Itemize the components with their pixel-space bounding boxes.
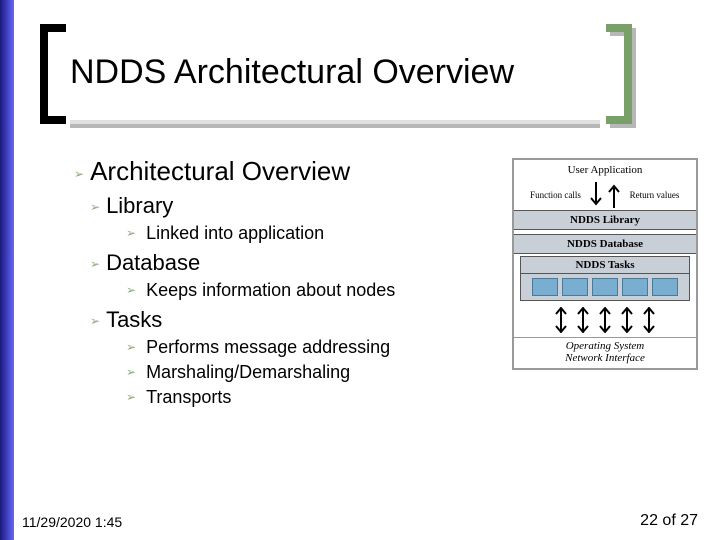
list-item: ➢ Architectural Overview: [74, 156, 494, 187]
list-item: ➢ Marshaling/Demarshaling: [126, 362, 494, 383]
heading-level-2: Library: [106, 193, 173, 219]
list-item: ➢ Tasks: [90, 307, 494, 333]
bracket-left-icon: [40, 24, 66, 124]
diagram-return-values-label: Return values: [623, 190, 686, 200]
footer-page-number: 22 of 27: [640, 512, 698, 530]
arrow-updown-icon: [642, 307, 656, 333]
bullet-text: Marshaling/Demarshaling: [146, 362, 350, 383]
bullet-text: Transports: [146, 387, 231, 408]
bullet-text: Performs message addressing: [146, 337, 390, 358]
architecture-diagram: User Application Function calls Return v…: [512, 158, 698, 370]
slide: NDDS Architectural Overview ➢ Architectu…: [0, 0, 720, 540]
bullet-icon: ➢: [90, 200, 100, 214]
diagram-os-text: Operating System Network Interface: [518, 340, 692, 364]
diagram-task-arrows: [514, 305, 696, 337]
bullet-icon: ➢: [90, 257, 100, 271]
slide-title: NDDS Architectural Overview: [56, 28, 616, 91]
diagram-tasks-wrap: NDDS Tasks: [520, 256, 690, 301]
list-item: ➢ Performs message addressing: [126, 337, 494, 358]
title-container: NDDS Architectural Overview: [56, 28, 616, 110]
task-box-icon: [562, 278, 588, 296]
bracket-right-icon: [606, 24, 632, 124]
bullet-icon: ➢: [74, 167, 84, 181]
diagram-func-calls-label: Function calls: [524, 190, 587, 200]
bullet-icon: ➢: [126, 226, 136, 240]
arrow-up-icon: [605, 182, 623, 208]
heading-level-1: Architectural Overview: [90, 156, 350, 187]
arrow-down-icon: [587, 182, 605, 208]
diagram-ndds-library: NDDS Library: [514, 210, 696, 230]
diagram-ndds-database: NDDS Database: [514, 234, 696, 254]
bullet-icon: ➢: [126, 340, 136, 354]
arrow-updown-icon: [620, 307, 634, 333]
list-item: ➢ Library: [90, 193, 494, 219]
footer-timestamp: 11/29/2020 1:45: [22, 514, 122, 530]
bullet-text: Linked into application: [146, 223, 324, 244]
heading-level-2: Tasks: [106, 307, 162, 333]
diagram-arrows-top: Function calls Return values: [514, 180, 696, 210]
heading-level-2: Database: [106, 250, 200, 276]
bullet-icon: ➢: [90, 314, 100, 328]
bullet-text: Keeps information about nodes: [146, 280, 395, 301]
bullet-icon: ➢: [126, 390, 136, 404]
list-item: ➢ Linked into application: [126, 223, 494, 244]
task-box-icon: [532, 278, 558, 296]
list-item: ➢ Transports: [126, 387, 494, 408]
list-item: ➢ Keeps information about nodes: [126, 280, 494, 301]
arrow-updown-icon: [598, 307, 612, 333]
bullet-icon: ➢: [126, 283, 136, 297]
diagram-ndds-tasks-label: NDDS Tasks: [521, 257, 689, 273]
arrow-updown-icon: [554, 307, 568, 333]
task-box-icon: [652, 278, 678, 296]
bullet-icon: ➢: [126, 365, 136, 379]
diagram-user-app: User Application: [514, 160, 696, 180]
task-box-icon: [592, 278, 618, 296]
title-rule-shadow-icon: [70, 124, 600, 128]
diagram-task-row: [521, 273, 689, 300]
diagram-os-layer: Operating System Network Interface: [514, 337, 696, 368]
content-body: ➢ Architectural Overview ➢ Library ➢ Lin…: [74, 156, 494, 408]
left-accent-bar: [0, 0, 14, 540]
arrow-updown-icon: [576, 307, 590, 333]
task-box-icon: [622, 278, 648, 296]
list-item: ➢ Database: [90, 250, 494, 276]
